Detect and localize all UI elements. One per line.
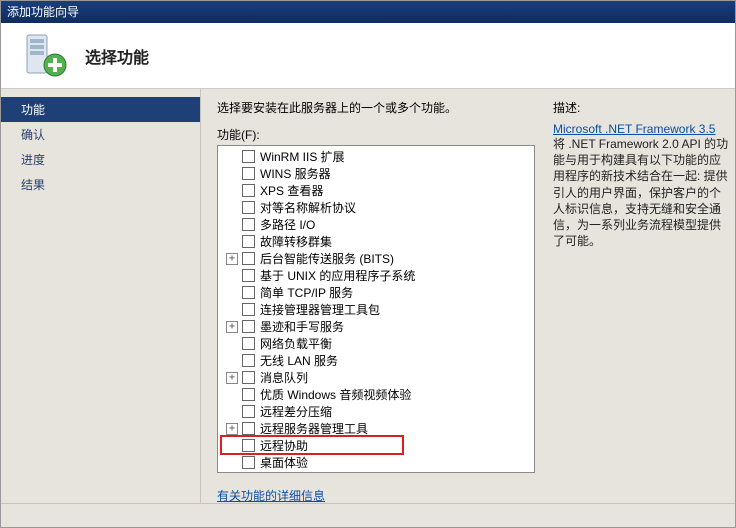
feature-row[interactable]: + 后台智能传送服务 (BITS) — [218, 250, 534, 267]
window-titlebar: 添加功能向导 — [1, 1, 735, 23]
description-framework-link[interactable]: Microsoft .NET Framework 3.5 — [553, 122, 715, 136]
feature-row[interactable]: + 墨迹和手写服务 — [218, 318, 534, 335]
expand-icon[interactable]: + — [226, 423, 238, 435]
feature-row[interactable]: 故障转移群集 — [218, 233, 534, 250]
feature-row[interactable]: 优质 Windows 音频视频体验 — [218, 386, 534, 403]
feature-checkbox[interactable] — [242, 201, 255, 214]
sidebar-item-progress[interactable]: 进度 — [1, 147, 200, 172]
feature-checkbox[interactable] — [242, 337, 255, 350]
intro-text: 选择要安装在此服务器上的一个或多个功能。 — [217, 99, 535, 116]
feature-checkbox[interactable] — [242, 150, 255, 163]
features-label: 功能(F): — [217, 126, 535, 143]
feature-checkbox[interactable] — [242, 303, 255, 316]
feature-label: 多路径 I/O — [260, 216, 315, 233]
server-icon — [21, 31, 71, 81]
description-body: 将 .NET Framework 2.0 API 的功能与用于构建具有以下功能的… — [553, 137, 728, 248]
feature-label: 远程协助 — [260, 437, 308, 454]
feature-label: 连接管理器管理工具包 — [260, 301, 380, 318]
wizard-bottom-bar — [1, 503, 735, 527]
wizard-steps-sidebar: 功能 确认 进度 结果 — [1, 89, 201, 503]
feature-checkbox[interactable] — [242, 456, 255, 469]
feature-label: 网络负载平衡 — [260, 335, 332, 352]
feature-checkbox[interactable] — [242, 439, 255, 452]
feature-row[interactable]: + 消息队列 — [218, 369, 534, 386]
feature-label: WinRM IIS 扩展 — [260, 148, 345, 165]
feature-checkbox[interactable] — [242, 252, 255, 265]
feature-row[interactable]: + 远程服务器管理工具 — [218, 420, 534, 437]
feature-checkbox[interactable] — [242, 167, 255, 180]
expand-icon[interactable]: + — [226, 253, 238, 265]
feature-row[interactable]: 连接管理器管理工具包 — [218, 301, 534, 318]
feature-checkbox[interactable] — [242, 371, 255, 384]
feature-checkbox[interactable] — [242, 286, 255, 299]
expand-icon[interactable]: + — [226, 372, 238, 384]
feature-row[interactable]: 对等名称解析协议 — [218, 199, 534, 216]
sidebar-item-confirm[interactable]: 确认 — [1, 122, 200, 147]
feature-label: XPS 查看器 — [260, 182, 323, 199]
feature-label: 基于 UNIX 的应用程序子系统 — [260, 267, 415, 284]
feature-row[interactable]: 无线 LAN 服务 — [218, 352, 534, 369]
feature-label: 优质 Windows 音频视频体验 — [260, 386, 411, 403]
feature-label: 远程服务器管理工具 — [260, 420, 368, 437]
feature-label: 对等名称解析协议 — [260, 199, 356, 216]
feature-label: 简单 TCP/IP 服务 — [260, 284, 353, 301]
feature-label: 消息队列 — [260, 369, 308, 386]
feature-row[interactable]: 桌面体验 — [218, 454, 534, 471]
feature-row[interactable]: WinRM IIS 扩展 — [218, 148, 534, 165]
feature-row[interactable]: 组策略管理 — [218, 471, 534, 473]
feature-label: 后台智能传送服务 (BITS) — [260, 250, 394, 267]
feature-checkbox[interactable] — [242, 388, 255, 401]
feature-checkbox[interactable] — [242, 218, 255, 231]
page-title: 选择功能 — [85, 44, 149, 68]
feature-checkbox[interactable] — [242, 354, 255, 367]
sidebar-item-features[interactable]: 功能 — [1, 97, 200, 122]
sidebar-item-results[interactable]: 结果 — [1, 172, 200, 197]
feature-label: 无线 LAN 服务 — [260, 352, 338, 369]
feature-label: 墨迹和手写服务 — [260, 318, 344, 335]
feature-row[interactable]: 简单 TCP/IP 服务 — [218, 284, 534, 301]
feature-label: 远程差分压缩 — [260, 403, 332, 420]
more-info-link[interactable]: 有关功能的详细信息 — [217, 487, 325, 504]
description-label: 描述: — [553, 99, 729, 116]
feature-row[interactable]: 多路径 I/O — [218, 216, 534, 233]
feature-row[interactable]: 远程差分压缩 — [218, 403, 534, 420]
feature-label: 桌面体验 — [260, 454, 308, 471]
wizard-header: 选择功能 — [1, 23, 735, 89]
feature-label: 组策略管理 — [260, 471, 320, 473]
feature-checkbox[interactable] — [242, 184, 255, 197]
feature-row[interactable]: 远程协助 — [218, 437, 534, 454]
features-tree[interactable]: WinRM IIS 扩展WINS 服务器XPS 查看器对等名称解析协议多路径 I… — [217, 145, 535, 473]
feature-row[interactable]: 网络负载平衡 — [218, 335, 534, 352]
feature-row[interactable]: WINS 服务器 — [218, 165, 534, 182]
feature-checkbox[interactable] — [242, 405, 255, 418]
feature-label: 故障转移群集 — [260, 233, 332, 250]
feature-checkbox[interactable] — [242, 269, 255, 282]
feature-checkbox[interactable] — [242, 320, 255, 333]
window-title: 添加功能向导 — [7, 5, 79, 19]
feature-label: WINS 服务器 — [260, 165, 331, 182]
expand-icon[interactable]: + — [226, 321, 238, 333]
feature-checkbox[interactable] — [242, 422, 255, 435]
feature-row[interactable]: 基于 UNIX 的应用程序子系统 — [218, 267, 534, 284]
feature-row[interactable]: XPS 查看器 — [218, 182, 534, 199]
feature-checkbox[interactable] — [242, 235, 255, 248]
